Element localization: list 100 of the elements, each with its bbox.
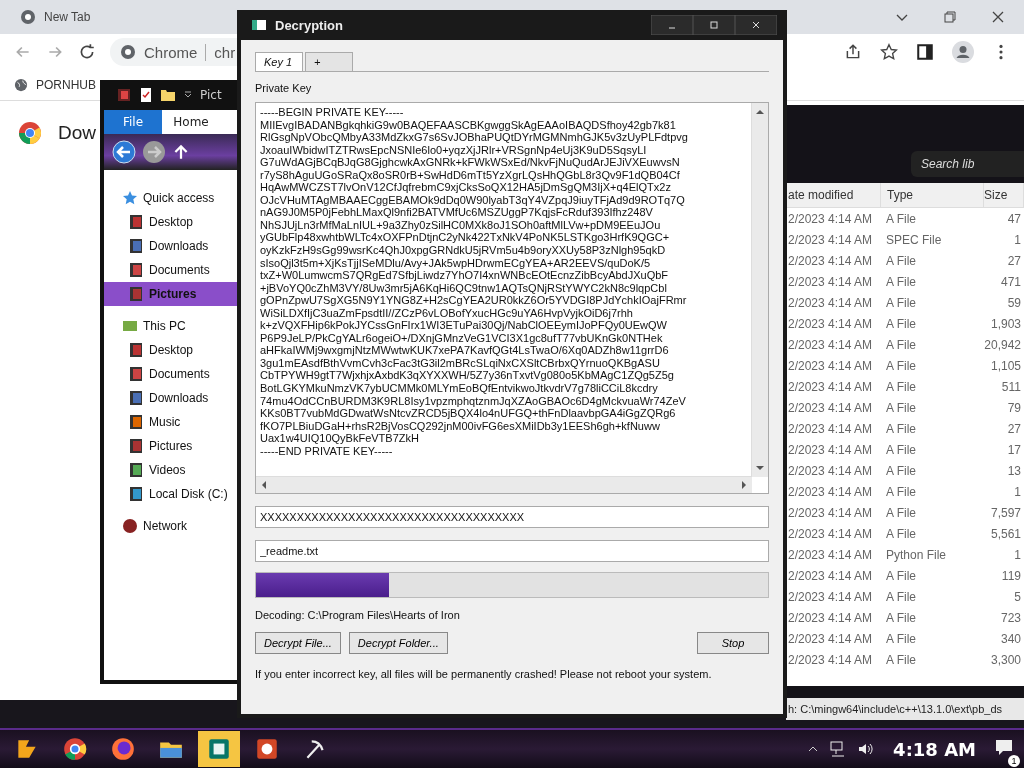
size-cell-text: 13: [1006, 463, 1022, 478]
properties-icon[interactable]: [138, 87, 154, 103]
ribbon-tab[interactable]: Home: [162, 110, 220, 134]
date-cell-text: 2/2023 4:14 AM: [787, 652, 874, 667]
tab-title: New Tab: [44, 10, 91, 24]
window-title: Decryption: [275, 17, 343, 33]
size-cell-text: 1: [1013, 547, 1022, 562]
clock[interactable]: 4:18 AM: [893, 738, 976, 760]
maximize-icon[interactable]: [693, 15, 735, 35]
field-label: Private Key: [255, 82, 313, 94]
folder-icon[interactable]: [160, 87, 176, 103]
back-icon[interactable]: [112, 140, 136, 164]
id-field[interactable]: XXXXXXXXXXXXXXXXXXXXXXXXXXXXXXXXXXXX: [255, 506, 769, 528]
private-key-field[interactable]: [255, 102, 769, 494]
size-cell-text: 340: [999, 631, 1022, 646]
profile-avatar-icon[interactable]: [952, 41, 974, 63]
size-cell-text: 7,597: [989, 505, 1022, 520]
column-header[interactable]: Size: [984, 183, 1024, 207]
reload-icon[interactable]: [78, 43, 96, 61]
document-folder-icon: [128, 366, 144, 382]
url-text: chr: [214, 43, 236, 61]
warning-text: If you enter incorrect key, all files will be permanently crashed! Please not reboot your system.: [255, 668, 713, 680]
type-cell-text: A File: [885, 568, 917, 583]
firefox-icon: [110, 736, 136, 762]
path-text: h: C:\mingw64\include\c++\13.1.0\ext\pb_ds: [788, 703, 1003, 715]
star-icon: [122, 190, 138, 206]
date-cell-text: 2/2023 4:14 AM: [787, 526, 874, 541]
share-icon[interactable]: [844, 43, 862, 61]
type-cell-text: A File: [885, 421, 917, 436]
size-cell-text: 1,105: [989, 358, 1022, 373]
type-cell-text: A File: [885, 211, 917, 226]
picture-folder-icon: [128, 286, 144, 302]
network-icon: [122, 518, 138, 534]
up-arrow-icon[interactable]: [172, 143, 190, 161]
size-cell-text: 5: [1013, 589, 1022, 604]
type-cell-text: A File: [885, 631, 917, 646]
date-cell-text: 2/2023 4:14 AM: [787, 211, 874, 226]
size-cell-text: 3,300: [989, 652, 1022, 667]
date-cell-text: 2/2023 4:14 AM: [787, 253, 874, 268]
size-cell-text: 17: [1006, 442, 1022, 457]
download-folder-icon: [128, 238, 144, 254]
chrome-logo-icon: [18, 121, 42, 145]
size-cell-text: 1: [1013, 484, 1022, 499]
size-cell-text: 1,903: [989, 316, 1022, 331]
desktop-folder-icon: [128, 214, 144, 230]
size-cell-text: 20,942: [983, 337, 1022, 352]
pictures-folder-icon: [116, 87, 132, 103]
date-cell-text: 2/2023 4:14 AM: [787, 337, 874, 352]
key-tab[interactable]: +: [305, 52, 353, 71]
status-text: Decoding: C:\Program Files\Hearts of Iron: [255, 609, 461, 621]
stop-button[interactable]: Stop: [697, 632, 769, 654]
date-cell-text: 2/2023 4:14 AM: [787, 463, 874, 478]
ribbon-tab[interactable]: File: [104, 110, 162, 134]
bookmark[interactable]: PORNHUB: [14, 78, 96, 92]
search-field[interactable]: Search lib: [911, 151, 1024, 177]
star-icon[interactable]: [880, 43, 898, 61]
date-cell-text: 2/2023 4:14 AM: [787, 589, 874, 604]
type-cell-text: A File: [885, 442, 917, 457]
date-cell-text: 2/2023 4:14 AM: [787, 421, 874, 436]
decrypt-button[interactable]: Decrypt File...: [255, 632, 341, 654]
date-cell-text: 2/2023 4:14 AM: [787, 232, 874, 247]
type-cell-text: A File: [885, 505, 917, 520]
key-tab[interactable]: Key 1: [255, 52, 303, 71]
size-cell-text: 471: [999, 274, 1022, 289]
type-cell-text: Python File: [885, 547, 948, 562]
type-cell-text: A File: [885, 652, 917, 667]
close-icon[interactable]: [990, 9, 1006, 25]
type-cell-text: A File: [885, 610, 917, 625]
site-chip: Chrome: [144, 43, 207, 61]
vertical-scrollbar[interactable]: [751, 103, 768, 477]
size-cell-text: 27: [1006, 253, 1022, 268]
date-cell-text: 2/2023 4:14 AM: [787, 379, 874, 394]
type-cell-text: A File: [885, 400, 917, 415]
date-cell-text: 2/2023 4:14 AM: [787, 547, 874, 562]
video-folder-icon: [128, 462, 144, 478]
horizontal-scrollbar[interactable]: [256, 476, 752, 493]
notification-icon[interactable]: [994, 737, 1014, 757]
browser-tab[interactable]: New Tab: [20, 9, 91, 25]
globe-icon: [14, 78, 28, 92]
type-cell-text: A File: [885, 379, 917, 394]
restore-icon[interactable]: [942, 9, 958, 25]
forward-icon[interactable]: [142, 140, 166, 164]
chrome-logo-icon: [20, 9, 36, 25]
decrypt-button[interactable]: Decrypt Folder...: [348, 632, 448, 654]
chrome-icon: [62, 736, 88, 762]
type-cell-text: A File: [885, 295, 917, 310]
date-cell-text: 2/2023 4:14 AM: [787, 631, 874, 646]
publisher-taskbar-button[interactable]: [198, 731, 240, 767]
chrome-logo-icon: [120, 44, 136, 60]
picture-folder-icon: [128, 438, 144, 454]
date-cell-text: 2/2023 4:14 AM: [787, 568, 874, 583]
type-cell-text: SPEC File: [885, 232, 943, 247]
date-cell-text: 2/2023 4:14 AM: [787, 610, 874, 625]
size-cell-text: 47: [1006, 211, 1022, 226]
note-file-field[interactable]: _readme.txt: [255, 540, 769, 562]
size-cell-text: 79: [1006, 400, 1022, 415]
side-panel-icon[interactable]: [916, 43, 934, 61]
column-header[interactable]: Type: [881, 183, 984, 207]
date-cell-text: 2/2023 4:14 AM: [787, 295, 874, 310]
type-cell-text: A File: [885, 358, 917, 373]
